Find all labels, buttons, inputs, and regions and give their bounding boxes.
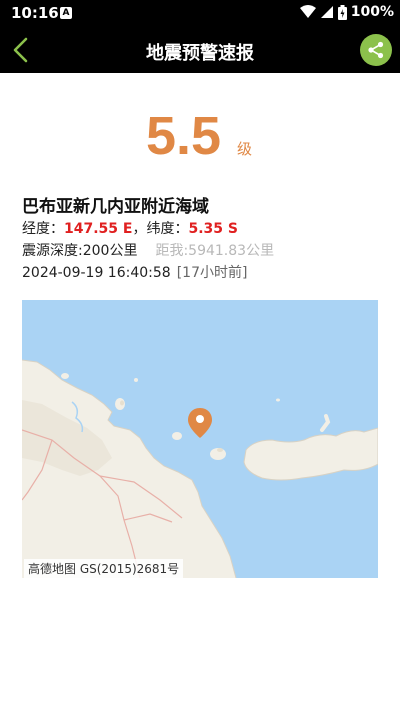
latitude-label: ，纬度： [132,221,189,237]
map-attribution: 高德地图 GS(2015)2681号 [24,559,184,578]
status-time: 10:16 [11,4,59,22]
page-title: 地震预警速报 [146,43,254,64]
wifi-icon [299,5,316,18]
time-line: 2024-09-19 16:40:58 [17小时前] [22,262,247,282]
longitude-value: 147.55 E [64,221,133,237]
coordinates-line: 经度：147.55 E，纬度：5.35 S [22,218,238,238]
share-icon [368,41,384,59]
share-button[interactable] [360,34,392,66]
magnitude-block: 5.5 级 [0,104,400,168]
distance-text: 距我:5941.83公里 [155,243,275,259]
location-pin-icon [188,408,212,438]
magnitude-value: 5.5 [146,106,222,166]
magnitude-unit: 级 [237,140,253,158]
epicenter-map[interactable]: 高德地图 GS(2015)2681号 [22,300,378,578]
battery-percent: 100% [350,4,394,20]
depth-distance-line: 震源深度:200公里 距我:5941.83公里 [22,240,274,260]
datetime-text: 2024-09-19 16:40:58 [22,265,171,281]
ago-text: [17小时前] [176,265,248,281]
status-icons: 100% [299,4,394,20]
notification-a-icon: A [60,7,72,19]
map-graphic [22,359,378,578]
battery-icon [337,4,347,20]
title-bar: 地震预警速报 [0,28,400,73]
longitude-label: 经度： [22,221,64,237]
latitude-value: 5.35 S [188,221,238,237]
signal-icon [320,6,333,18]
status-bar: 10:16 A 100% [0,0,400,28]
depth-text: 震源深度:200公里 [22,243,138,259]
location-title: 巴布亚新几内亚附近海域 [22,197,209,217]
